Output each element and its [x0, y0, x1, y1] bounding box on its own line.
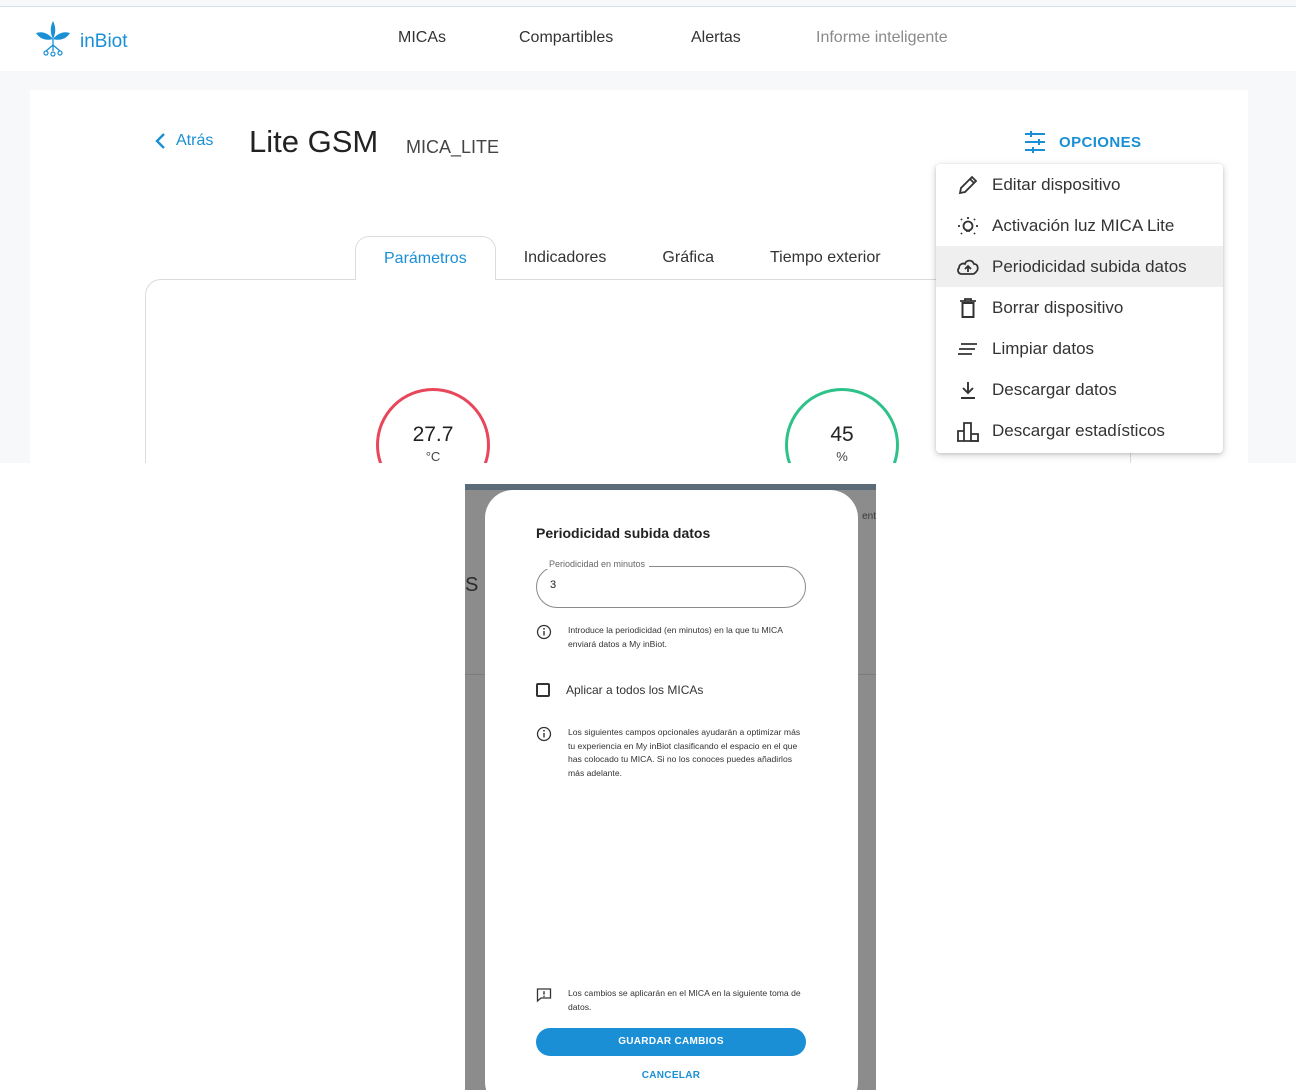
- light-bulb-icon: [956, 214, 980, 238]
- menu-item-descargar-estadisticos[interactable]: Descargar estadísticos: [936, 410, 1223, 451]
- tune-icon: [1025, 131, 1045, 153]
- top-navbar: inBiot MICAs Compartibles Alertas Inform…: [0, 7, 1296, 71]
- tab-parametros[interactable]: Parámetros: [355, 236, 496, 280]
- periodicity-input[interactable]: [550, 579, 790, 591]
- bar-chart-icon: [956, 419, 980, 443]
- device-model: MICA_LITE: [406, 137, 500, 157]
- temperature-unit: °C: [425, 449, 441, 463]
- menu-item-label: Descargar estadísticos: [992, 420, 1165, 440]
- device-page: inBiot MICAs Compartibles Alertas Inform…: [0, 0, 1296, 463]
- periodicity-info-text: Introduce la periodicidad (en minutos) e…: [568, 625, 783, 649]
- tab-grafica[interactable]: Gráfica: [634, 236, 742, 280]
- background-partial-text: S: [465, 574, 479, 596]
- clear-lines-icon: [956, 337, 980, 361]
- back-label: Atrás: [176, 132, 214, 149]
- menu-item-descargar-datos[interactable]: Descargar datos: [936, 369, 1223, 410]
- inbiot-logo-icon: [34, 17, 72, 66]
- brand-logo[interactable]: inBiot: [34, 17, 128, 66]
- optional-fields-info: Los siguientes campos opcionales ayudará…: [536, 726, 804, 780]
- tab-indicadores[interactable]: Indicadores: [496, 236, 635, 280]
- options-menu: Editar dispositivo Activación luz MICA L…: [936, 164, 1223, 453]
- changes-notice: Los cambios se aplicarán en el MICA en l…: [536, 987, 804, 1014]
- cancel-button[interactable]: CANCELAR: [536, 1070, 806, 1081]
- apply-all-checkbox[interactable]: [536, 683, 550, 697]
- apply-all-row[interactable]: Aplicar a todos los MICAs: [536, 683, 703, 697]
- apply-all-label: Aplicar a todos los MICAs: [566, 683, 704, 697]
- menu-item-label: Limpiar datos: [992, 338, 1095, 358]
- menu-item-label: Descargar datos: [992, 379, 1117, 399]
- changes-notice-text: Los cambios se aplicarán en el MICA en l…: [568, 988, 801, 1012]
- feedback-icon: [536, 988, 552, 1003]
- nav-informe-inteligente[interactable]: Informe inteligente: [816, 29, 948, 47]
- nav-micas[interactable]: MICAs: [398, 29, 446, 47]
- pencil-icon: [956, 173, 980, 197]
- menu-item-limpiar-datos[interactable]: Limpiar datos: [936, 328, 1223, 369]
- humidity-unit: %: [836, 449, 848, 463]
- menu-item-label: Periodicidad subida datos: [992, 256, 1187, 276]
- background-partial-text: ent: [862, 511, 876, 522]
- menu-item-label: Borrar dispositivo: [992, 297, 1124, 317]
- save-changes-button[interactable]: GUARDAR CAMBIOS: [536, 1028, 806, 1056]
- nav-alertas[interactable]: Alertas: [691, 29, 741, 47]
- dialog-title: Periodicidad subida datos: [536, 525, 711, 541]
- device-tabs: Parámetros Indicadores Gráfica Tiempo ex…: [355, 236, 909, 281]
- trash-icon: [956, 296, 980, 320]
- menu-item-periodicidad[interactable]: Periodicidad subida datos: [936, 246, 1223, 287]
- options-label: OPCIONES: [1059, 133, 1142, 151]
- nav-compartibles[interactable]: Compartibles: [519, 29, 613, 47]
- periodicity-field[interactable]: Periodicidad en minutos: [536, 559, 806, 608]
- humidity-value: 45: [830, 423, 854, 446]
- periodicity-info: Introduce la periodicidad (en minutos) e…: [536, 624, 804, 651]
- menu-item-label: Editar dispositivo: [992, 174, 1121, 194]
- chevron-left-icon: [155, 133, 165, 149]
- periodicity-dialog: Periodicidad subida datos Periodicidad e…: [485, 490, 858, 1090]
- menu-item-activacion-luz[interactable]: Activación luz MICA Lite: [936, 205, 1223, 246]
- menu-item-label: Activación luz MICA Lite: [992, 215, 1175, 235]
- modal-screenshot: S ent Periodicidad subida datos Periodic…: [465, 484, 876, 1090]
- temperature-value: 27.7: [412, 423, 454, 446]
- menu-item-borrar-dispositivo[interactable]: Borrar dispositivo: [936, 287, 1223, 328]
- download-icon: [956, 378, 980, 402]
- info-icon: [536, 624, 552, 640]
- periodicity-field-label: Periodicidad en minutos: [545, 559, 650, 569]
- device-title: Lite GSM: [249, 124, 379, 159]
- info-icon: [536, 726, 552, 742]
- menu-item-editar-dispositivo[interactable]: Editar dispositivo: [936, 164, 1223, 205]
- tab-tiempo-exterior[interactable]: Tiempo exterior: [742, 236, 909, 280]
- brand-name: inBiot: [80, 30, 128, 52]
- cloud-upload-icon: [956, 255, 980, 279]
- options-button[interactable]: OPCIONES: [1023, 131, 1141, 153]
- optional-fields-info-text: Los siguientes campos opcionales ayudará…: [568, 727, 801, 778]
- back-button[interactable]: Atrás: [154, 132, 213, 150]
